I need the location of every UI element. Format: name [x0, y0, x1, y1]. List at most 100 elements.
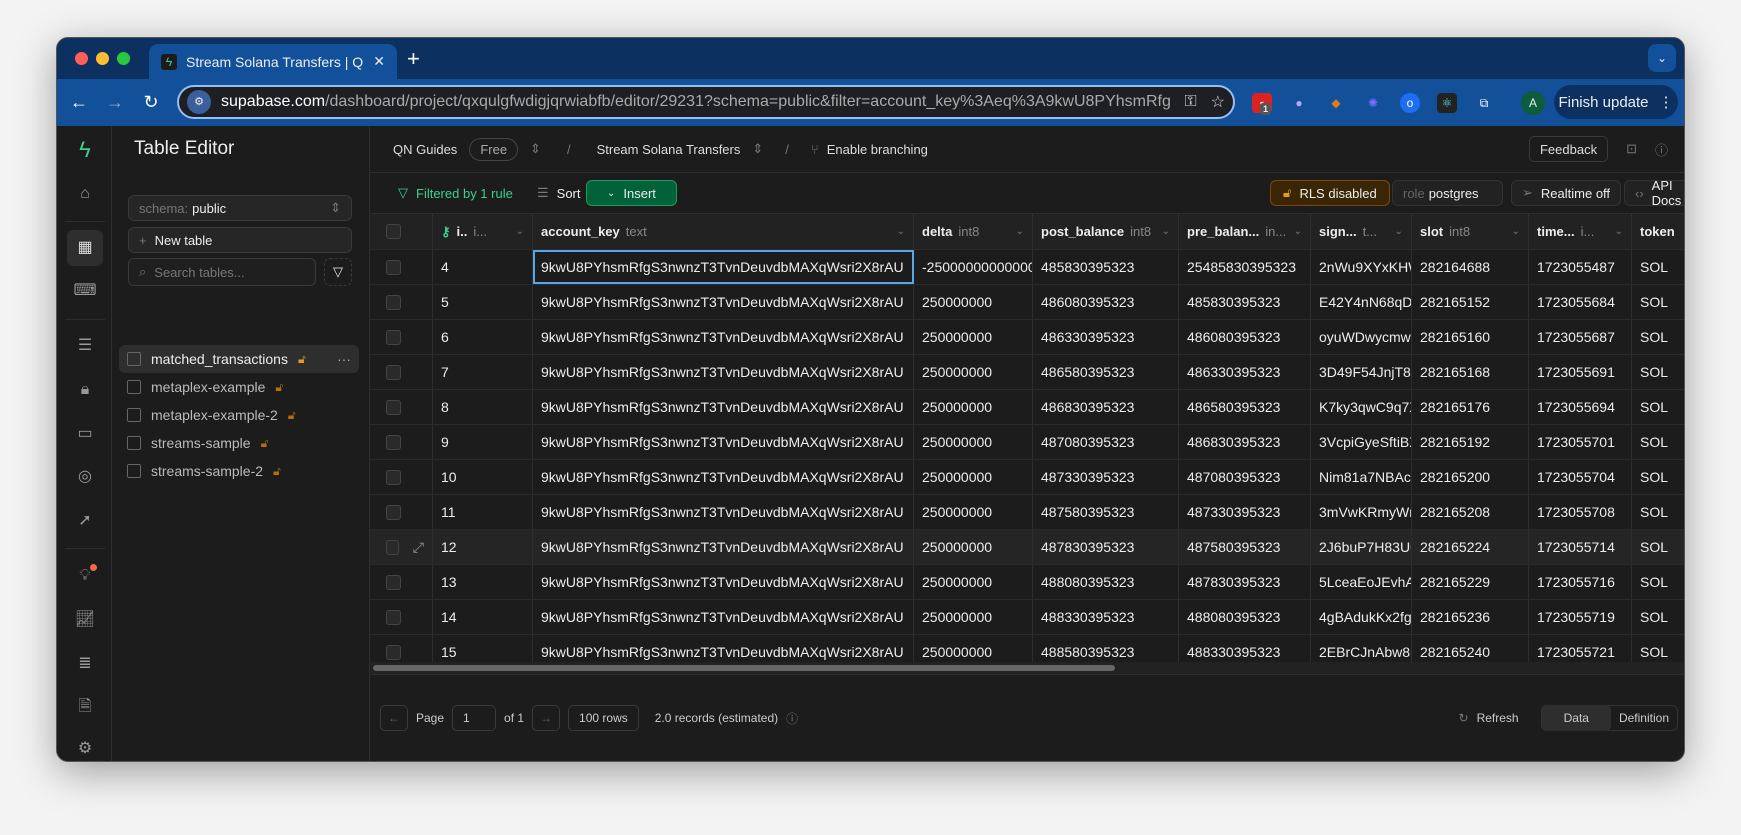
table-cell[interactable]: 9kwU8PYhsmRfgS3nwnzT3TvnDeuvdbMAXqWsri2X… — [533, 600, 914, 634]
table-cell[interactable]: 1723055701 — [1529, 425, 1632, 459]
chevron-down-icon[interactable]: ⌄ — [1294, 226, 1302, 237]
table-cell[interactable]: 9kwU8PYhsmRfgS3nwnzT3TvnDeuvdbMAXqWsri2X… — [533, 460, 914, 494]
chevron-down-icon[interactable]: ⌄ — [1016, 226, 1024, 237]
table-cell[interactable]: SOL — [1632, 635, 1684, 662]
table-cell[interactable]: 486580395323 — [1033, 355, 1179, 389]
filter-button[interactable]: ▽ Filtered by 1 rule — [388, 180, 523, 206]
project-name[interactable]: Stream Solana Transfers — [597, 142, 741, 157]
table-cell[interactable]: SOL — [1632, 495, 1684, 529]
table-cell[interactable]: 3mVwKRmyWn — [1311, 495, 1412, 529]
table-cell[interactable]: 250000000 — [914, 390, 1033, 424]
table-cell[interactable]: oyuWDwycmw — [1311, 320, 1412, 354]
row-checkbox[interactable] — [386, 539, 399, 555]
table-cell[interactable]: SOL — [1632, 530, 1684, 564]
next-page-button[interactable]: → — [532, 705, 561, 731]
table-cell[interactable]: 486580395323 — [1179, 390, 1311, 424]
chevron-updown-icon[interactable]: ⇕ — [530, 141, 541, 157]
table-cell[interactable]: E42Y4nN68qDI — [1311, 285, 1412, 319]
table-cell[interactable]: 488330395323 — [1033, 600, 1179, 634]
table-cell[interactable]: 1723055719 — [1529, 600, 1632, 634]
help-icon[interactable]: ⓘ — [1655, 140, 1668, 159]
back-button[interactable]: ← — [61, 92, 97, 113]
reports-chart-icon[interactable]: 📈︎ — [67, 602, 103, 638]
table-item[interactable]: matched_transactions 🔓︎ ··· — [119, 345, 359, 373]
table-cell[interactable]: 282165192 — [1412, 425, 1529, 459]
table-item[interactable]: streams-sample-2 🔓︎ — [119, 457, 359, 485]
table-cell[interactable]: 1723055487 — [1529, 250, 1632, 284]
finish-update-button[interactable]: Finish update ⋮ — [1554, 85, 1678, 119]
new-tab-button[interactable]: + — [407, 46, 420, 72]
table-cell[interactable]: 250000000 — [914, 600, 1033, 634]
close-tab-icon[interactable]: ✕ — [373, 53, 385, 70]
prev-page-button[interactable]: ← — [380, 705, 408, 731]
chevron-down-icon[interactable]: ⌄ — [1615, 226, 1623, 237]
table-cell[interactable]: 250000000 — [914, 285, 1033, 319]
table-cell[interactable]: 487580395323 — [1033, 495, 1179, 529]
row-checkbox[interactable] — [386, 399, 401, 415]
row-checkbox[interactable] — [386, 329, 401, 345]
table-cell[interactable]: 2J6buP7H83Uu — [1311, 530, 1412, 564]
table-cell[interactable]: 9 — [433, 425, 533, 459]
table-cell[interactable]: SOL — [1632, 320, 1684, 354]
table-cell[interactable]: SOL — [1632, 390, 1684, 424]
column-header[interactable]: account_key text ⌄ — [533, 214, 914, 249]
table-cell[interactable]: 9kwU8PYhsmRfgS3nwnzT3TvnDeuvdbMAXqWsri2X… — [533, 635, 914, 662]
auth-lock-icon[interactable]: 🔒︎ — [67, 372, 103, 408]
table-cell[interactable]: 1723055714 — [1529, 530, 1632, 564]
table-cell[interactable]: 250000000 — [914, 320, 1033, 354]
table-item[interactable]: metaplex-example 🔓︎ — [119, 373, 359, 401]
table-cell[interactable]: 282164688 — [1412, 250, 1529, 284]
table-cell[interactable]: 487330395323 — [1033, 460, 1179, 494]
close-window-button[interactable] — [75, 52, 88, 65]
table-cell[interactable]: 11 — [433, 495, 533, 529]
table-cell[interactable]: 486330395323 — [1033, 320, 1179, 354]
table-cell[interactable]: 488080395323 — [1179, 600, 1311, 634]
supabase-logo-icon[interactable]: ϟ — [67, 132, 103, 168]
tab-search-button[interactable]: ⌄ — [1648, 44, 1676, 72]
table-cell[interactable]: 485830395323 — [1033, 250, 1179, 284]
table-cell[interactable]: 250000000 — [914, 565, 1033, 599]
zoom-window-button[interactable] — [117, 52, 130, 65]
table-cell[interactable]: 3VcpiGyeSftiBX — [1311, 425, 1412, 459]
table-cell[interactable]: 9kwU8PYhsmRfgS3nwnzT3TvnDeuvdbMAXqWsri2X… — [533, 250, 914, 284]
table-cell[interactable]: 9kwU8PYhsmRfgS3nwnzT3TvnDeuvdbMAXqWsri2X… — [533, 390, 914, 424]
table-cell[interactable]: 3D49F54JnjT8I — [1311, 355, 1412, 389]
row-checkbox[interactable] — [386, 609, 401, 625]
react-devtools-icon[interactable]: ⚛ — [1437, 93, 1457, 113]
org-name[interactable]: QN Guides — [393, 142, 457, 157]
role-selector[interactable]: role postgres — [1392, 180, 1503, 206]
extensions-puzzle-icon[interactable]: ⧉ — [1474, 93, 1494, 113]
api-docs-icon[interactable]: 🗎 — [67, 689, 103, 725]
row-checkbox[interactable] — [386, 504, 401, 520]
table-cell[interactable]: 10 — [433, 460, 533, 494]
more-icon[interactable]: ··· — [337, 351, 351, 367]
table-cell[interactable]: 9kwU8PYhsmRfgS3nwnzT3TvnDeuvdbMAXqWsri2X… — [533, 285, 914, 319]
schema-selector[interactable]: schema: public ⇕ — [128, 195, 352, 221]
table-cell[interactable]: 282165200 — [1412, 460, 1529, 494]
table-cell[interactable]: 9kwU8PYhsmRfgS3nwnzT3TvnDeuvdbMAXqWsri2X… — [533, 530, 914, 564]
inbox-icon[interactable]: ⊡ — [1626, 141, 1637, 157]
table-item[interactable]: metaplex-example-2 🔓︎ — [119, 401, 359, 429]
table-cell[interactable]: 9kwU8PYhsmRfgS3nwnzT3TvnDeuvdbMAXqWsri2X… — [533, 495, 914, 529]
table-cell[interactable]: 282165224 — [1412, 530, 1529, 564]
table-cell[interactable]: 488580395323 — [1033, 635, 1179, 662]
filter-tables-button[interactable]: ▽ — [324, 258, 352, 286]
table-cell[interactable]: 12 — [433, 530, 533, 564]
data-tab[interactable]: Data — [1541, 705, 1611, 731]
table-cell[interactable]: 282165229 — [1412, 565, 1529, 599]
table-cell[interactable]: 282165176 — [1412, 390, 1529, 424]
api-docs-button[interactable]: ‹› API Docs — [1624, 178, 1684, 208]
row-checkbox[interactable] — [386, 644, 401, 660]
table-cell[interactable]: 4gBAdukKx2fgV — [1311, 600, 1412, 634]
table-cell[interactable]: 9kwU8PYhsmRfgS3nwnzT3TvnDeuvdbMAXqWsri2X… — [533, 355, 914, 389]
row-checkbox[interactable] — [386, 259, 401, 275]
forward-button[interactable]: → — [97, 92, 133, 113]
minimize-window-button[interactable] — [96, 52, 109, 65]
table-cell[interactable]: 9kwU8PYhsmRfgS3nwnzT3TvnDeuvdbMAXqWsri2X… — [533, 425, 914, 459]
row-checkbox[interactable] — [386, 574, 401, 590]
chevron-down-icon[interactable]: ⌄ — [1395, 226, 1403, 237]
table-cell[interactable]: 485830395323 — [1179, 285, 1311, 319]
table-item[interactable]: streams-sample 🔓︎ — [119, 429, 359, 457]
refresh-button[interactable]: Refresh — [1477, 711, 1519, 725]
settings-gear-icon[interactable]: ⚙ — [67, 731, 103, 761]
